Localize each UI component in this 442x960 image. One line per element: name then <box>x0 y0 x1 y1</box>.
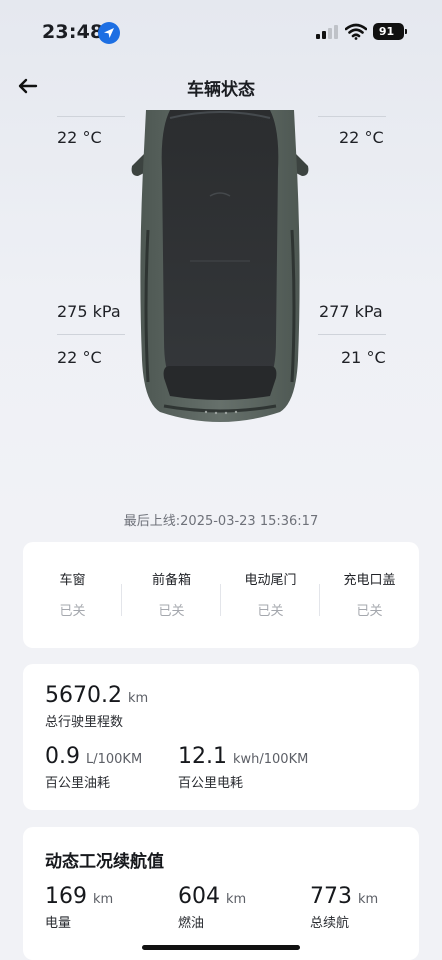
range-fuel-unit: km <box>226 892 247 907</box>
door-status: 已关 <box>356 604 383 619</box>
odometer: 5670.2 km <box>45 683 148 708</box>
front-left-tire-temp: 22 °C <box>57 128 102 147</box>
range-fuel-value: 604 <box>178 884 220 909</box>
rear-right-divider <box>318 334 386 335</box>
electric-consumption-label: 百公里电耗 <box>178 776 244 791</box>
door-item-tailgate: 电动尾门 已关 <box>221 542 320 648</box>
door-item-window: 车窗 已关 <box>23 542 122 648</box>
page-title: 车辆状态 <box>187 80 255 100</box>
driving-stats-card: 5670.2 km 总行驶里程数 0.9 L/100KM 百公里油耗 12.1 kwh… <box>23 664 419 810</box>
range-electric-unit: km <box>93 892 114 907</box>
range-total-unit: km <box>358 892 379 907</box>
range-title: 动态工况续航值 <box>45 852 164 872</box>
last-online-time: 最后上线:2025-03-23 15:36:17 <box>123 514 319 529</box>
range-fuel-label: 燃油 <box>178 916 205 931</box>
front-left-divider <box>57 116 125 117</box>
door-status: 已关 <box>257 604 284 619</box>
range-total-label: 总续航 <box>310 916 350 931</box>
range-electric-value: 169 <box>45 884 87 909</box>
door-status: 已关 <box>158 604 185 619</box>
electric-consumption-unit: kwh/100KM <box>232 752 309 767</box>
wifi-icon <box>345 23 367 40</box>
rear-left-divider <box>57 334 125 335</box>
range-electric-label: 电量 <box>45 916 72 931</box>
car-top-view-image <box>131 110 309 422</box>
range-electric: 169 km <box>45 884 113 909</box>
door-label: 前备箱 <box>151 573 191 588</box>
door-item-charge-port: 充电口盖 已关 <box>320 542 419 648</box>
odometer-value: 5670.2 <box>45 683 122 708</box>
rear-right-tire-pressure: 277 kPa <box>319 302 383 321</box>
door-item-frunk: 前备箱 已关 <box>122 542 221 648</box>
door-status-card: 车窗 已关 前备箱 已关 电动尾门 已关 充电口盖 已关 <box>23 542 419 648</box>
door-label: 电动尾门 <box>244 573 297 588</box>
range-fuel: 604 km <box>178 884 246 909</box>
rear-left-tire-pressure: 275 kPa <box>57 302 121 321</box>
fuel-consumption-label: 百公里油耗 <box>45 776 111 791</box>
range-card: 动态工况续航值 169 km 电量 604 km 燃油 773 km 总续航 <box>23 827 419 960</box>
status-time: 23:48 <box>42 21 104 43</box>
battery-level: 91 <box>378 25 395 38</box>
range-total-value: 773 <box>310 884 352 909</box>
home-indicator[interactable] <box>142 945 300 950</box>
odometer-label: 总行驶里程数 <box>45 715 124 730</box>
location-arrow-icon <box>98 22 120 44</box>
status-bar: 23:48 91 <box>0 0 442 60</box>
battery-icon: 91 <box>373 23 407 40</box>
rear-right-tire-temp: 21 °C <box>341 348 386 367</box>
fuel-consumption-value: 0.9 <box>45 744 80 769</box>
electric-consumption-value: 12.1 <box>178 744 227 769</box>
door-status: 已关 <box>59 604 86 619</box>
range-total: 773 km <box>310 884 378 909</box>
fuel-consumption-unit: L/100KM <box>86 752 143 767</box>
door-label: 车窗 <box>59 573 86 588</box>
front-right-divider <box>318 116 386 117</box>
door-label: 充电口盖 <box>343 573 396 588</box>
fuel-consumption: 0.9 L/100KM <box>45 744 142 769</box>
rear-left-tire-temp: 22 °C <box>57 348 102 367</box>
cellular-signal-icon <box>316 25 338 39</box>
header: 车辆状态 <box>0 66 442 106</box>
front-right-tire-temp: 22 °C <box>339 128 384 147</box>
electric-consumption: 12.1 kwh/100KM <box>178 744 308 769</box>
odometer-unit: km <box>127 691 149 706</box>
